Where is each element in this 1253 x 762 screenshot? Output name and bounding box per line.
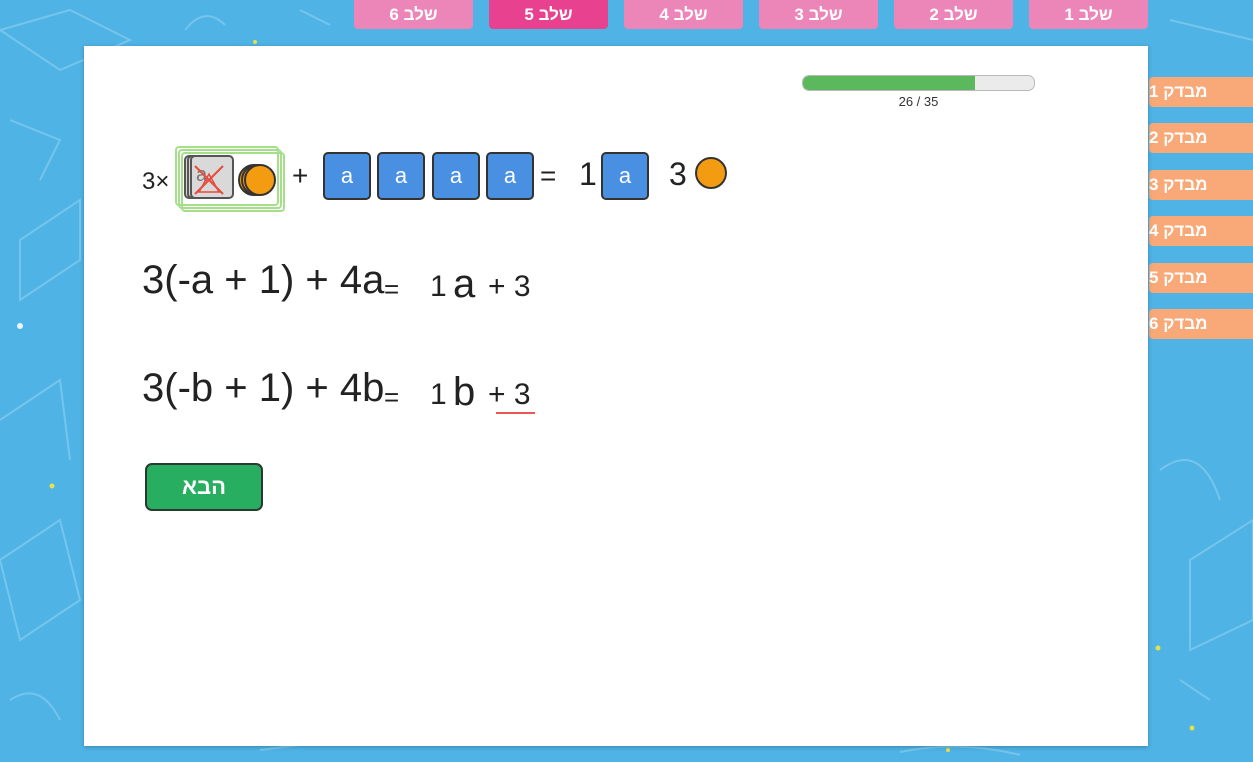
a-tile[interactable]: a xyxy=(377,152,425,200)
plus-sign: + xyxy=(292,160,309,191)
multiplier-label: 3× xyxy=(142,168,170,195)
result-unit-circle[interactable] xyxy=(695,157,727,189)
answer-coefficient: 1 xyxy=(430,378,447,411)
equation-expression: 3(-b + 1) + 4b xyxy=(142,366,385,410)
unit-circle[interactable] xyxy=(244,164,276,196)
tab-stage-1[interactable]: שלב 1 xyxy=(1029,0,1148,29)
tab-test-5[interactable]: מבדק 5 xyxy=(1149,263,1253,293)
answer-variable: b xyxy=(453,370,476,414)
tab-test-3[interactable]: מבדק 3 xyxy=(1149,170,1253,200)
tab-stage-2[interactable]: שלב 2 xyxy=(894,0,1013,29)
next-button[interactable]: הבא xyxy=(145,463,263,511)
progress-fill xyxy=(803,76,975,90)
progress-label: 26 / 35 xyxy=(898,94,939,109)
tab-stage-3[interactable]: שלב 3 xyxy=(759,0,878,29)
a-tile[interactable]: a xyxy=(323,152,371,200)
answer-coefficient: 1 xyxy=(430,270,447,303)
equation-equals: = xyxy=(384,382,400,412)
tab-test-2[interactable]: מבדק 2 xyxy=(1149,123,1253,153)
tab-stage-6[interactable]: שלב 6 xyxy=(354,0,473,29)
progress-bar xyxy=(802,75,1035,91)
a-tile[interactable]: a xyxy=(486,152,534,200)
tab-test-1[interactable]: מבדק 1 xyxy=(1149,77,1253,107)
equation-equals: = xyxy=(384,274,400,304)
tab-stage-4[interactable]: שלב 4 xyxy=(624,0,743,29)
equals-sign: = xyxy=(540,160,557,191)
stage-tab-bar: שלב 1 שלב 2 שלב 3 שלב 4 שלב 5 שלב 6 xyxy=(0,0,1253,30)
answer-underline xyxy=(496,412,535,414)
tab-stage-5[interactable]: שלב 5 xyxy=(489,0,608,29)
tab-test-6[interactable]: מבדק 6 xyxy=(1149,309,1253,339)
result-a-tile[interactable]: a xyxy=(601,152,649,200)
exercise-card: 26 / 35 3× a + a a a a = 1 a 3 3(-a + 1)… xyxy=(84,46,1148,746)
a-tile[interactable]: a xyxy=(432,152,480,200)
answer-constant: + 3 xyxy=(488,270,531,303)
answer-variable: a xyxy=(453,262,476,306)
result-coefficient: 1 xyxy=(579,156,597,192)
result-constant: 3 xyxy=(669,156,687,192)
tab-test-4[interactable]: מבדק 4 xyxy=(1149,216,1253,246)
answer-constant-input[interactable]: + 3 xyxy=(488,378,531,412)
cancel-cross-icon xyxy=(194,165,224,195)
equation-expression: 3(-a + 1) + 4a xyxy=(142,258,385,302)
